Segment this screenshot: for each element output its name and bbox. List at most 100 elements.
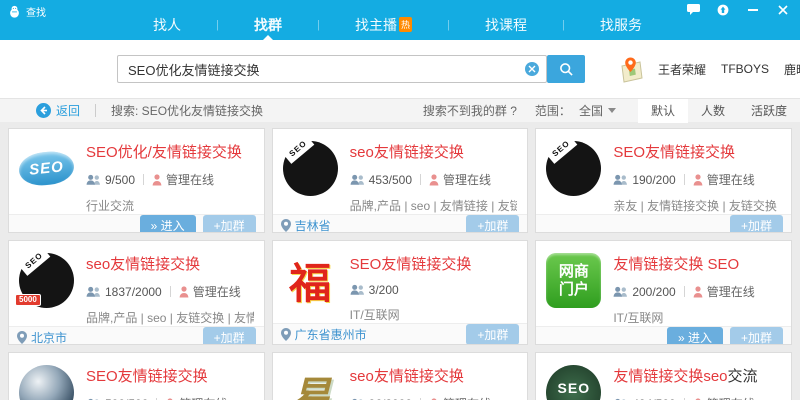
search-button[interactable] xyxy=(547,55,585,83)
tab-find-services[interactable]: 找服务 xyxy=(592,15,650,41)
meta-divider xyxy=(684,286,685,297)
admin-status: 管理在线 xyxy=(707,283,755,300)
minimize-button[interactable] xyxy=(746,4,760,15)
group-avatar-text: 易 xyxy=(283,365,338,400)
group-title[interactable]: seo友情链接交换 xyxy=(350,141,518,162)
search-summary: 搜索: SEO优化友情链接交换 xyxy=(111,102,263,119)
group-card-footer: 吉林省 » 进入 +加群 xyxy=(273,214,528,233)
sort-tabs: 默认 人数 活跃度 xyxy=(638,99,800,123)
group-card-body: 网商门户 友情链接交换 SEO 200/200 管理在线 IT/互联网 xyxy=(536,241,791,326)
tab-find-streamers[interactable]: 找主播热 xyxy=(347,15,420,41)
hot-link[interactable]: TFBOYS xyxy=(721,62,769,76)
member-count: 200/200 xyxy=(632,285,675,299)
map-location-icon[interactable] xyxy=(617,54,647,84)
feedback-icon[interactable] xyxy=(686,4,700,15)
nav-separator: | xyxy=(317,19,320,37)
group-avatar-text: SEO xyxy=(281,133,314,164)
join-group-label: +加群 xyxy=(214,219,245,233)
group-avatar[interactable]: 易 xyxy=(283,365,338,400)
sort-tab-members[interactable]: 人数 xyxy=(688,99,738,123)
cant-find-group-link[interactable]: 搜索不到我的群 ? xyxy=(423,102,517,119)
group-location[interactable]: 吉林省 xyxy=(281,217,331,233)
clear-search-icon[interactable] xyxy=(525,62,539,76)
join-group-button[interactable]: +加群 xyxy=(203,215,256,233)
sort-tab-default[interactable]: 默认 xyxy=(638,99,688,123)
group-card: SEO seo友情链接交换 453/500 管理在线 品牌,产品 | seo |… xyxy=(272,128,529,233)
group-meta: 453/500 管理在线 xyxy=(350,171,518,188)
group-title[interactable]: 友情链接交换seo交流 xyxy=(613,365,781,386)
group-avatar-text: SEO xyxy=(17,149,75,188)
qq-penguin-icon xyxy=(8,5,21,18)
group-card-body: SEO 5000 seo友情链接交换 1837/2000 管理在线 品牌,产品 … xyxy=(9,241,264,326)
group-location[interactable]: 北京市 xyxy=(17,329,67,345)
join-group-button[interactable]: +加群 xyxy=(730,215,783,233)
tab-find-people[interactable]: 找人 xyxy=(145,15,189,41)
group-title[interactable]: SEO友情链接交换 xyxy=(86,365,254,386)
location-pin-icon xyxy=(281,328,291,341)
group-avatar[interactable]: SEO xyxy=(19,141,74,196)
hot-link[interactable]: 鹿晗 xyxy=(784,61,800,78)
join-group-label: +加群 xyxy=(741,219,772,233)
admin-icon xyxy=(693,174,703,186)
close-button[interactable] xyxy=(776,4,790,15)
group-tags: 亲友 | 友情链接交换 | 友链交换 | ... xyxy=(613,197,781,214)
enter-group-button[interactable]: » 进入 xyxy=(140,215,196,233)
back-button[interactable]: 返回 xyxy=(36,102,80,119)
group-title[interactable]: SEO友情链接交换 xyxy=(350,253,518,274)
admin-status-wrap: 管理在线 xyxy=(680,395,755,400)
admin-status-wrap: 管理在线 xyxy=(139,171,214,188)
group-avatar[interactable]: 福 xyxy=(283,253,338,308)
join-group-button[interactable]: +加群 xyxy=(730,327,783,345)
main-nav: 找人 | 找群 | 找主播热 | 找课程 | 找服务 xyxy=(145,16,650,40)
group-title[interactable]: 友情链接交换 SEO xyxy=(613,253,781,274)
group-avatar[interactable]: SEO xyxy=(546,365,601,400)
group-avatar[interactable]: SEO 5000 xyxy=(19,253,74,308)
search-icon xyxy=(559,62,574,77)
group-info: 友情链接交换 SEO 200/200 管理在线 IT/互联网 xyxy=(613,252,781,326)
enter-group-label: » 进入 xyxy=(678,331,712,345)
meta-divider xyxy=(420,174,421,185)
nav-separator: | xyxy=(562,19,565,37)
group-title[interactable]: seo友情链接交换 xyxy=(350,365,518,386)
join-group-button[interactable]: +加群 xyxy=(466,215,519,233)
group-card-body: SEO 友情链接交换seo交流 494/500 管理在线 xyxy=(536,353,791,400)
group-card-body: 易 seo友情链接交换 96/2000 管理在线 xyxy=(273,353,528,400)
enter-group-label: » 进入 xyxy=(151,219,185,233)
group-title[interactable]: seo友情链接交换 xyxy=(86,253,254,274)
join-group-button[interactable]: +加群 xyxy=(466,324,519,345)
admin-status: 管理在线 xyxy=(443,395,491,400)
enter-group-button[interactable]: » 进入 xyxy=(667,327,723,345)
group-avatar[interactable] xyxy=(19,365,74,400)
tab-find-groups[interactable]: 找群 xyxy=(246,15,290,41)
sort-tab-activity[interactable]: 活跃度 xyxy=(738,99,800,123)
members-icon xyxy=(86,286,101,298)
admin-status: 管理在线 xyxy=(179,395,227,400)
group-tags: 行业交流 xyxy=(86,197,254,214)
group-tags: 品牌,产品 | seo | 友链交换 | 友情... xyxy=(86,309,254,326)
group-title[interactable]: SEO友情链接交换 xyxy=(613,141,781,162)
admin-status-wrap: 管理在线 xyxy=(680,171,755,188)
hot-link[interactable]: 王者荣耀 xyxy=(658,61,706,78)
group-avatar[interactable]: SEO xyxy=(546,141,601,196)
tab-find-courses[interactable]: 找课程 xyxy=(477,15,535,41)
back-arrow-icon xyxy=(36,103,51,118)
search-input[interactable] xyxy=(117,55,547,83)
group-avatar[interactable]: SEO xyxy=(283,141,338,196)
member-capacity-badge: 5000 xyxy=(15,294,41,306)
group-title-main: 友情链接交换 SEO xyxy=(613,256,739,273)
member-count: 96/2000 xyxy=(369,397,412,400)
scope-dropdown[interactable]: 全国 xyxy=(579,102,616,119)
group-card: 易 seo友情链接交换 96/2000 管理在线 xyxy=(272,352,529,400)
group-card: SEO SEO友情链接交换 190/200 管理在线 亲友 | 友情链接交换 |… xyxy=(535,128,792,233)
arrow-circle-icon[interactable] xyxy=(716,4,730,15)
group-location[interactable]: 广东省惠州市 xyxy=(281,326,367,343)
join-group-button[interactable]: +加群 xyxy=(203,327,256,345)
group-title[interactable]: SEO优化/友情链接交换 xyxy=(86,141,254,162)
group-avatar[interactable]: 网商门户 xyxy=(546,253,601,308)
admin-status: 管理在线 xyxy=(166,171,214,188)
group-meta: 3/200 xyxy=(350,283,518,297)
admin-status-wrap: 管理在线 xyxy=(680,283,755,300)
group-title-main: SEO友情链接交换 xyxy=(86,368,208,385)
group-location-text: 吉林省 xyxy=(295,217,331,233)
group-meta: 200/200 管理在线 xyxy=(613,283,781,300)
